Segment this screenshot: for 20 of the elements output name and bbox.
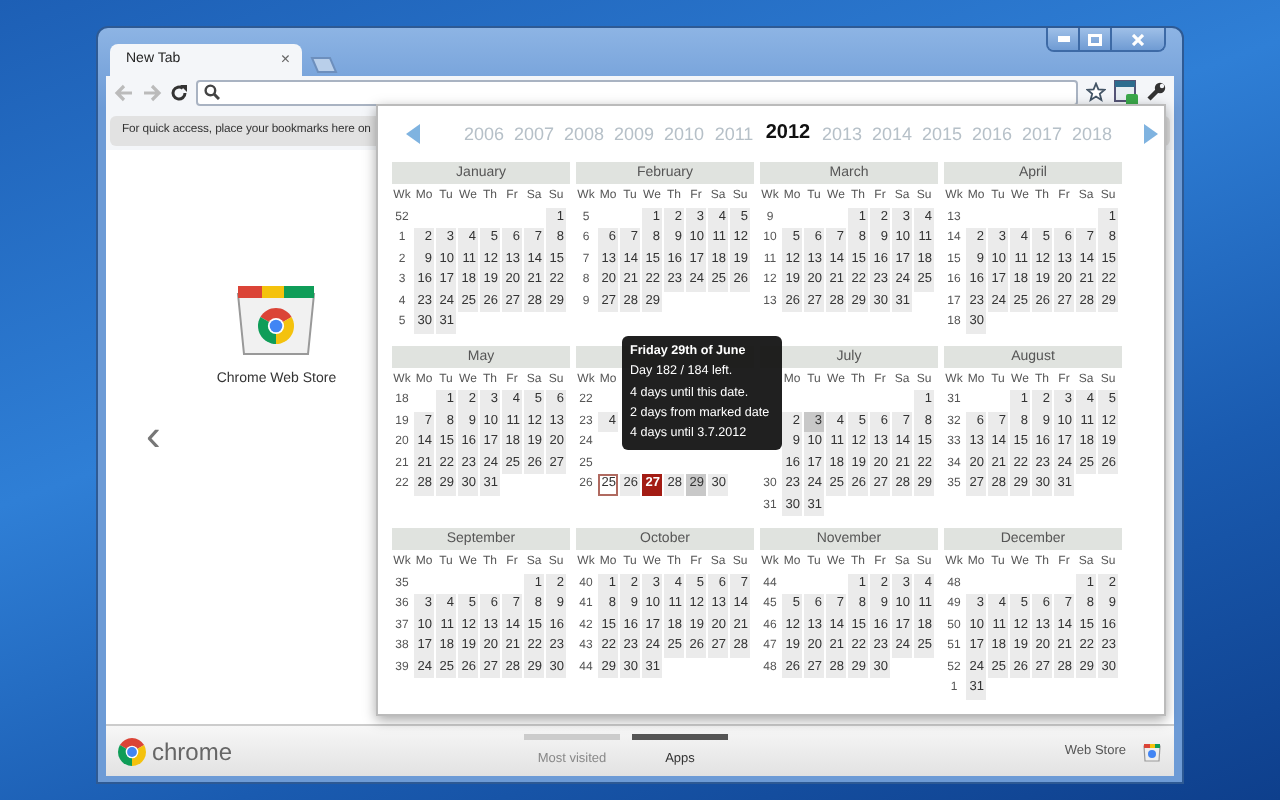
close-icon: [1132, 33, 1144, 45]
search-icon: [204, 84, 220, 100]
maximize-icon: [1088, 33, 1102, 45]
year-link[interactable]: 2012: [764, 121, 812, 145]
new-tab-button[interactable]: [310, 56, 338, 74]
calendar-icon[interactable]: [1114, 79, 1138, 105]
previous-year-icon[interactable]: [406, 123, 420, 143]
next-year-icon[interactable]: [1144, 123, 1158, 143]
chrome-logo-icon: [118, 737, 146, 765]
maximize-button[interactable]: [1080, 28, 1112, 50]
wrench-icon[interactable]: [1146, 82, 1166, 102]
chrome-wordmark: chrome: [152, 735, 233, 769]
minimize-button[interactable]: [1048, 28, 1080, 50]
minimize-icon: [1057, 36, 1069, 42]
previous-page-arrow[interactable]: ‹: [146, 414, 161, 458]
web-store-icon[interactable]: [1142, 741, 1162, 761]
star-icon[interactable]: [1086, 82, 1106, 102]
close-button[interactable]: [1112, 28, 1164, 50]
tab-close-button[interactable]: ×: [280, 48, 290, 72]
reload-icon[interactable]: [170, 83, 188, 101]
